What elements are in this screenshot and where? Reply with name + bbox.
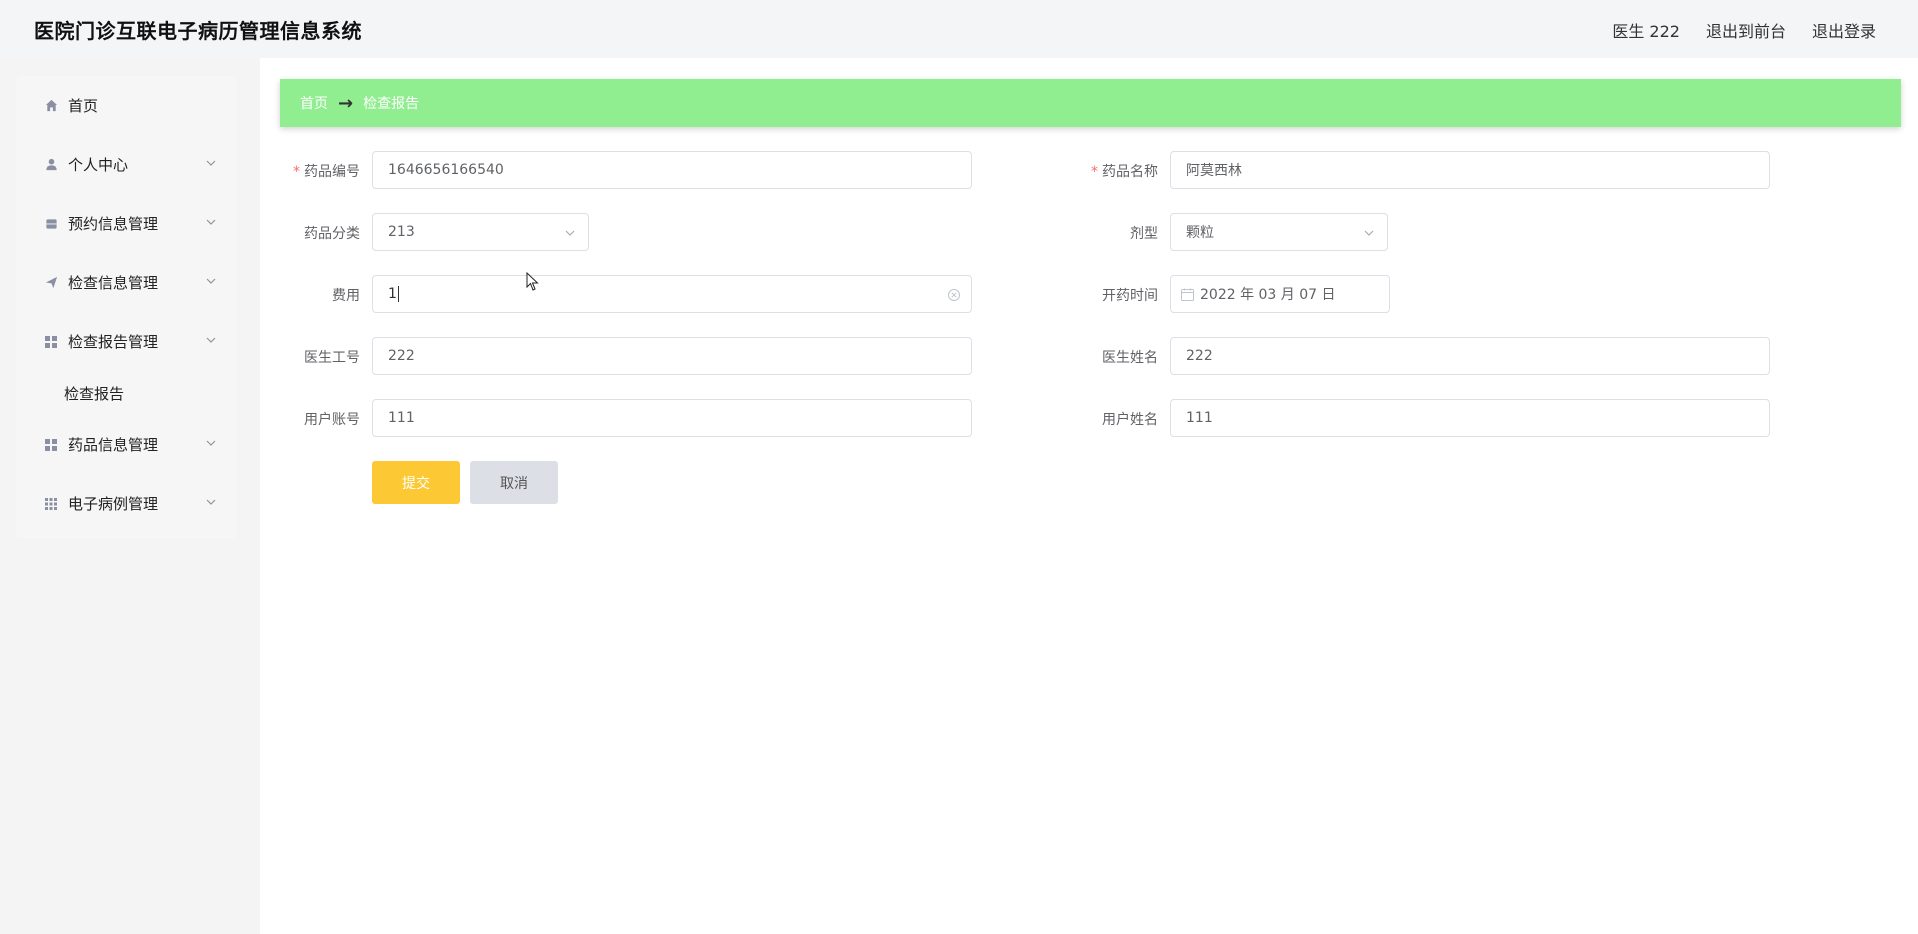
user-account-input[interactable] — [372, 399, 972, 437]
cancel-button[interactable]: 取消 — [470, 461, 558, 504]
doctor-name-input[interactable] — [1170, 337, 1770, 375]
drug-category-select[interactable]: 213 — [372, 213, 589, 251]
apps-icon — [44, 497, 58, 511]
grid-icon — [44, 438, 58, 452]
app-title: 医院门诊互联电子病历管理信息系统 — [34, 19, 362, 43]
grid-icon — [44, 335, 58, 349]
drug-code-input[interactable] — [372, 151, 972, 189]
chevron-down-icon — [206, 499, 216, 505]
user-icon — [44, 158, 58, 172]
required-mark: * — [293, 164, 300, 180]
chevron-down-icon — [206, 278, 216, 284]
breadcrumb-home-link[interactable]: 首页 — [300, 93, 328, 113]
send-icon — [44, 276, 58, 290]
prescribe-date-picker[interactable]: 2022 年 03 月 07 日 — [1170, 275, 1390, 313]
cost-value: 1 — [388, 286, 397, 302]
breadcrumb-current: 检查报告 — [363, 96, 420, 112]
text-caret — [397, 286, 399, 302]
dosage-form-select[interactable]: 颗粒 — [1170, 213, 1388, 251]
sidebar-item-inspection[interactable]: 检查信息管理 — [16, 253, 237, 312]
clear-icon[interactable] — [947, 288, 961, 302]
sidebar-item-drug-info[interactable]: 药品信息管理 — [16, 415, 237, 474]
chevron-down-icon — [1364, 230, 1374, 236]
sidebar-menu: 首页 个人中心 预约信息管理 检查信息管理 检查报告管理 检查报告 药品信息管理… — [16, 76, 237, 539]
sidebar-item-label: 药品信息管理 — [68, 436, 159, 454]
sidebar-item-medical-record[interactable]: 电子病例管理 — [16, 474, 237, 533]
dosage-form-label: 剂型 — [1130, 226, 1158, 242]
drug-code-label: * 药品编号 — [293, 164, 360, 180]
chevron-down-icon — [565, 230, 575, 236]
breadcrumb: 首页 → 检查报告 — [280, 79, 1901, 127]
chevron-down-icon — [206, 337, 216, 343]
sidebar-item-personal-center[interactable]: 个人中心 — [16, 135, 237, 194]
submit-button[interactable]: 提交 — [372, 461, 460, 504]
home-icon — [44, 99, 58, 113]
sidebar-item-label: 首页 — [68, 97, 99, 115]
sidebar-item-appointment[interactable]: 预约信息管理 — [16, 194, 237, 253]
sidebar-item-home[interactable]: 首页 — [16, 76, 237, 135]
sidebar-item-inspection-report[interactable]: 检查报告管理 — [16, 312, 237, 371]
header-links: 医生 222 退出到前台 退出登录 — [1612, 18, 1876, 42]
chevron-down-icon — [206, 219, 216, 225]
sidebar-subitem-inspection-report[interactable]: 检查报告 — [16, 371, 237, 415]
cost-input[interactable]: 1 — [372, 275, 972, 313]
dosage-form-value: 颗粒 — [1186, 225, 1214, 241]
user-name-input[interactable] — [1170, 399, 1770, 437]
drug-name-input[interactable] — [1170, 151, 1770, 189]
doctor-id-input[interactable] — [372, 337, 972, 375]
doctor-name-label: 医生姓名 — [1102, 350, 1158, 366]
calendar-icon — [44, 217, 58, 231]
sidebar-item-label: 个人中心 — [68, 156, 129, 174]
doctor-id-label: 医生工号 — [304, 350, 360, 366]
user-account-label: 用户账号 — [304, 412, 360, 428]
sidebar-item-label: 检查信息管理 — [68, 274, 159, 292]
mouse-cursor-icon — [526, 272, 539, 291]
sidebar-item-label: 电子病例管理 — [68, 495, 159, 513]
sidebar-item-label: 预约信息管理 — [68, 215, 159, 233]
top-header: 医院门诊互联电子病历管理信息系统 医生 222 退出到前台 退出登录 — [0, 0, 1918, 58]
logout-link[interactable]: 退出登录 — [1812, 18, 1876, 42]
current-user-label: 医生 222 — [1612, 22, 1680, 41]
drug-name-label: * 药品名称 — [1091, 164, 1158, 180]
calendar-icon — [1181, 288, 1194, 301]
prescribe-date-value: 2022 年 03 月 07 日 — [1200, 287, 1336, 303]
sidebar-subitem-label: 检查报告 — [64, 384, 125, 403]
required-mark: * — [1091, 164, 1098, 180]
drug-category-value: 213 — [388, 224, 415, 240]
chevron-down-icon — [206, 160, 216, 166]
cost-label: 费用 — [332, 288, 360, 304]
drug-category-label: 药品分类 — [304, 226, 360, 242]
user-name-label: 用户姓名 — [1102, 412, 1158, 428]
prescribe-time-label: 开药时间 — [1102, 288, 1158, 304]
exit-to-front-link[interactable]: 退出到前台 — [1706, 18, 1786, 42]
chevron-down-icon — [206, 440, 216, 446]
sidebar-item-label: 检查报告管理 — [68, 333, 159, 351]
breadcrumb-arrow: → — [338, 92, 354, 114]
